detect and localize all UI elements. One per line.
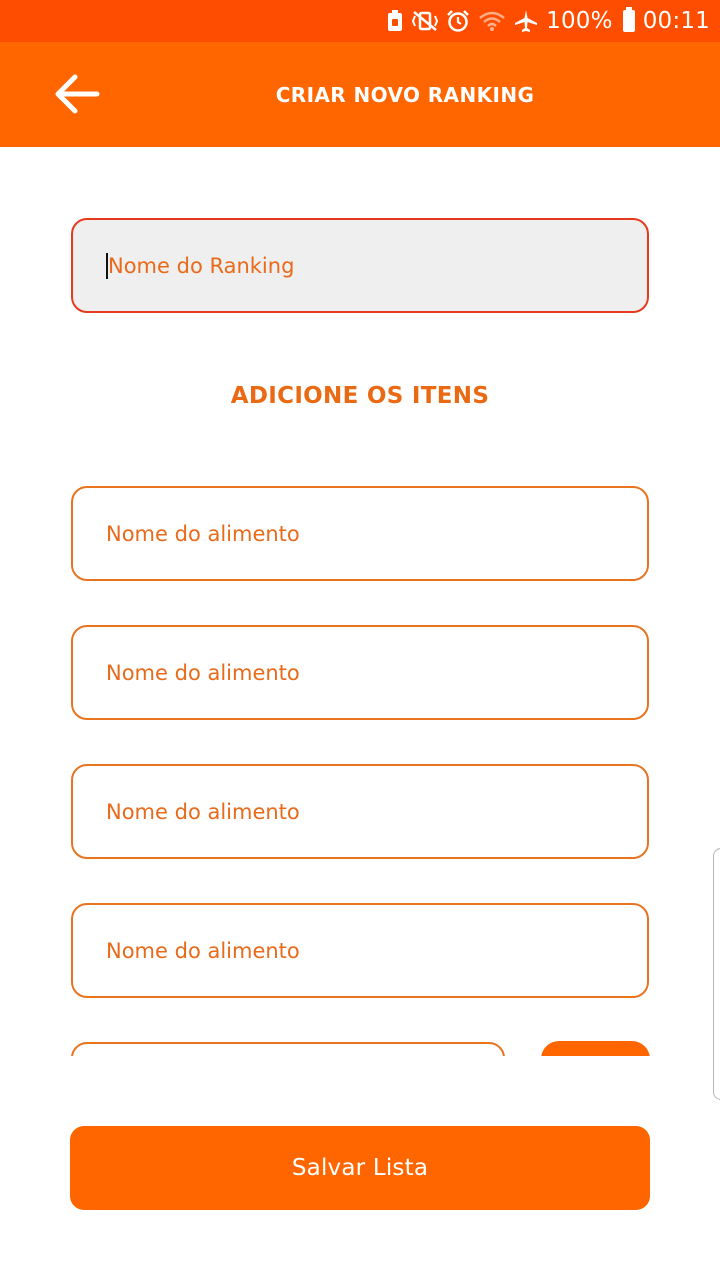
status-bar: 100% 00:11 <box>0 0 720 42</box>
items-list[interactable] <box>0 470 720 1056</box>
food-name-input[interactable] <box>106 513 606 554</box>
battery-percent: 100% <box>546 8 613 34</box>
add-item-button[interactable] <box>541 1041 650 1056</box>
food-name-field[interactable] <box>71 903 649 998</box>
vibrate-off-icon <box>412 10 439 32</box>
lock-battery-icon <box>386 10 404 32</box>
app-bar: CRIAR NOVO RANKING <box>0 42 720 147</box>
status-icons: 100% 00:11 <box>386 7 710 34</box>
airplane-icon <box>514 9 538 33</box>
page-title: CRIAR NOVO RANKING <box>275 82 535 107</box>
wifi-icon <box>478 10 506 32</box>
edge-panel-handle[interactable] <box>713 848 720 1100</box>
food-name-input[interactable] <box>106 930 606 971</box>
save-list-button[interactable]: Salvar Lista <box>70 1126 650 1210</box>
food-name-input[interactable] <box>106 791 606 832</box>
food-name-field[interactable] <box>71 764 649 859</box>
ranking-name-field[interactable] <box>71 218 649 313</box>
back-button[interactable] <box>42 64 112 124</box>
food-name-field[interactable] <box>71 486 649 581</box>
battery-icon <box>622 7 635 32</box>
ranking-name-input[interactable] <box>108 245 608 286</box>
section-title: ADICIONE OS ITENS <box>230 383 490 409</box>
clock: 00:11 <box>642 8 710 34</box>
alarm-icon <box>446 9 470 33</box>
screen: 100% 00:11 CRIAR NOVO RANKING ADICIONE O… <box>0 0 720 1280</box>
food-name-field-partial[interactable] <box>71 1042 505 1056</box>
arrow-left-icon <box>55 74 100 114</box>
save-list-label: Salvar Lista <box>291 1155 429 1181</box>
food-name-field[interactable] <box>71 625 649 720</box>
food-name-input[interactable] <box>106 652 606 693</box>
